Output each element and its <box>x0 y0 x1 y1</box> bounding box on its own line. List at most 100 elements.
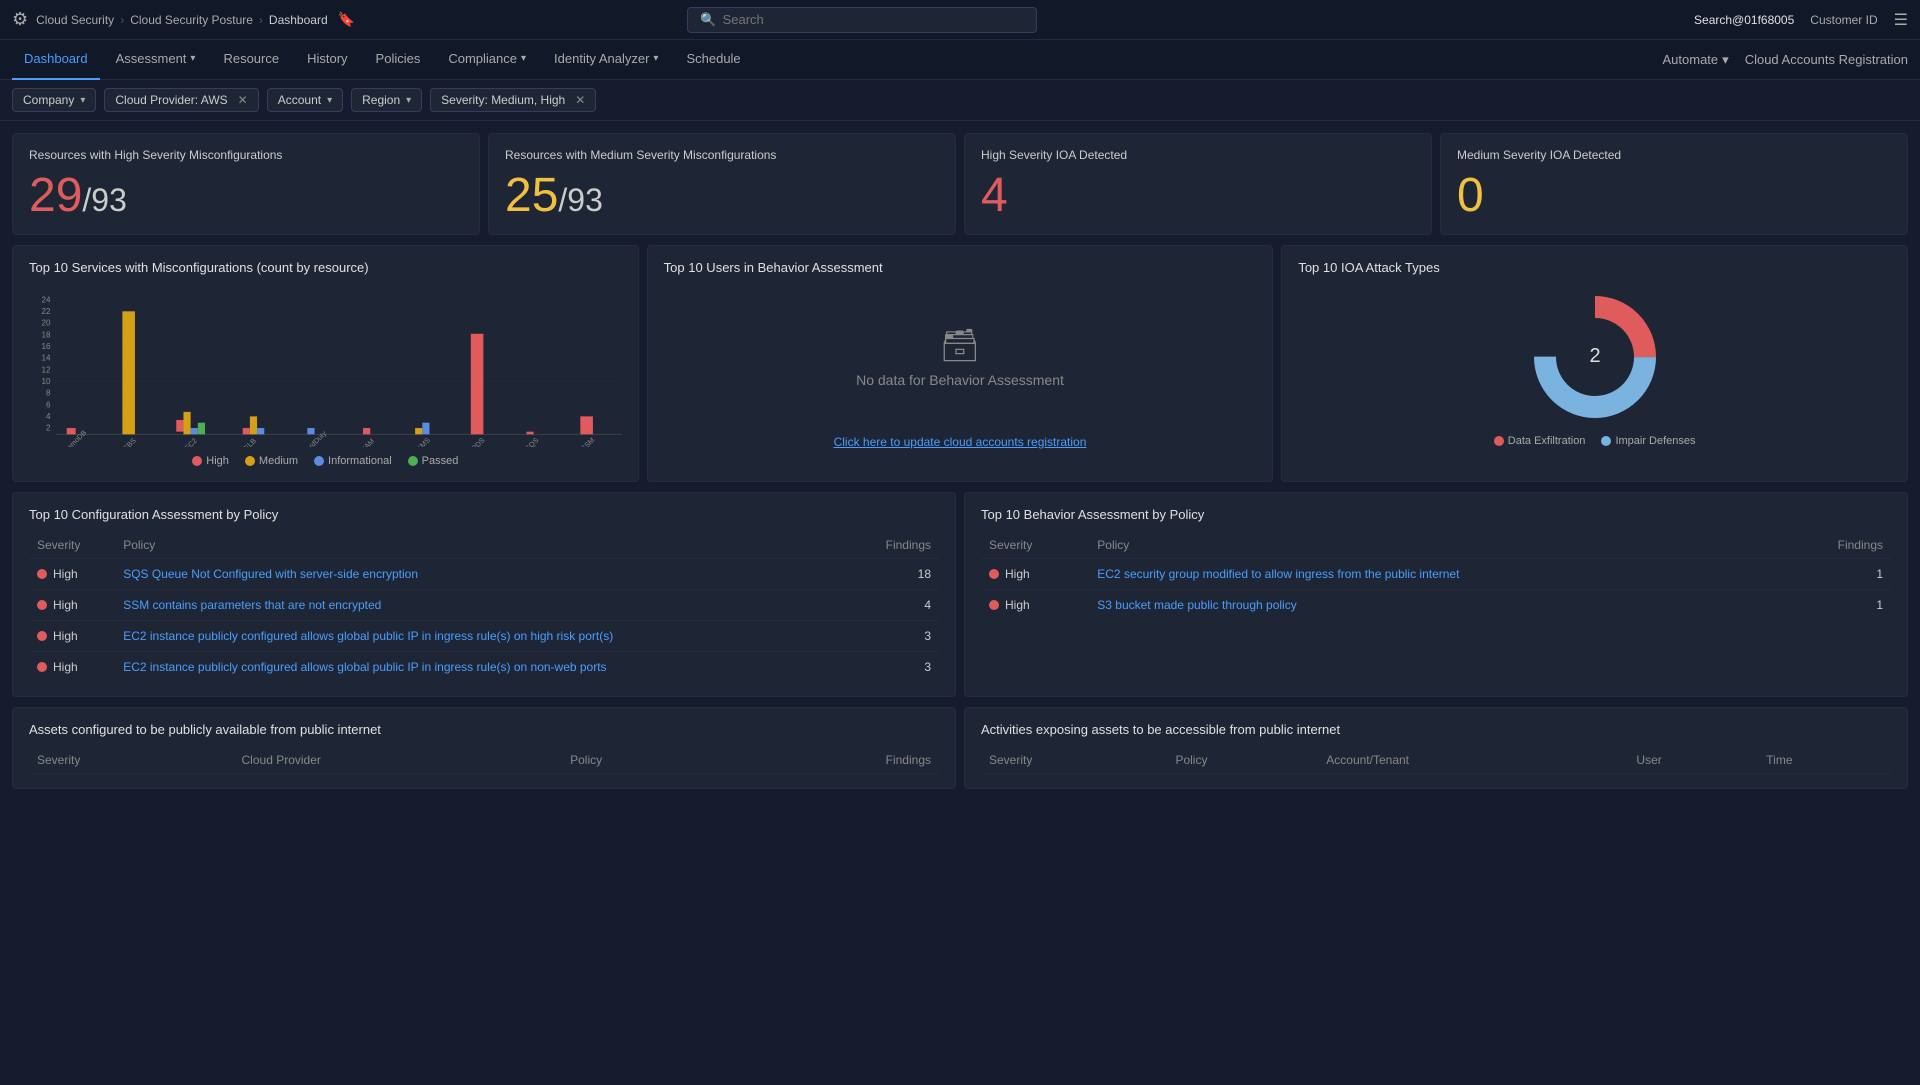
policy-link[interactable]: SQS Queue Not Configured with server-sid… <box>123 567 418 581</box>
svg-text:SQS: SQS <box>524 436 541 447</box>
svg-text:4: 4 <box>46 412 51 421</box>
table-row: High EC2 instance publicly configured al… <box>29 651 939 682</box>
filter-bar: Company ▾ Cloud Provider: AWS ✕ Account … <box>0 80 1920 121</box>
automate-button[interactable]: Automate ▾ <box>1663 52 1729 68</box>
filter-cloud-provider[interactable]: Cloud Provider: AWS ✕ <box>104 88 258 112</box>
svg-text:ELB: ELB <box>243 436 258 446</box>
behavior-col-severity: Severity <box>981 532 1089 559</box>
severity-dot <box>989 600 999 610</box>
severity-label: High <box>53 660 78 674</box>
policy-link[interactable]: EC2 instance publicly configured allows … <box>123 629 613 643</box>
nav-item-schedule[interactable]: Schedule <box>674 40 752 80</box>
filter-account[interactable]: Account ▾ <box>267 88 343 112</box>
behavior-table: Severity Policy Findings High EC2 securi… <box>981 532 1891 620</box>
policy-link[interactable]: EC2 instance publicly configured allows … <box>123 660 606 674</box>
svg-text:RDS: RDS <box>470 436 487 447</box>
donut-legend: Data Exfiltration Impair Defenses <box>1298 435 1891 447</box>
top-bar: ⚙ Cloud Security › Cloud Security Postur… <box>0 0 1920 40</box>
legend-exfil-dot <box>1494 436 1504 446</box>
policy-cell: S3 bucket made public through policy <box>1089 589 1779 620</box>
table-row: High SQS Queue Not Configured with serve… <box>29 558 939 589</box>
svg-text:2: 2 <box>46 423 51 432</box>
donut-area: 2 <box>1298 287 1891 427</box>
nav-item-history[interactable]: History <box>295 40 359 80</box>
stats-row: Resources with High Severity Misconfigur… <box>12 133 1908 235</box>
filter-company[interactable]: Company ▾ <box>12 88 96 112</box>
legend-high-dot <box>192 456 202 466</box>
policy-cell: EC2 security group modified to allow ing… <box>1089 558 1779 589</box>
breadcrumb-cloud-security[interactable]: Cloud Security <box>36 13 114 27</box>
filter-cloud-provider-label: Cloud Provider: AWS <box>115 93 227 107</box>
severity-cell: High <box>29 620 115 651</box>
assets-public-card: Assets configured to be publicly availab… <box>12 707 956 789</box>
severity-label: High <box>1005 598 1030 612</box>
nav-items: Dashboard Assessment ▾ Resource History … <box>12 40 1663 80</box>
findings-cell: 3 <box>850 620 939 651</box>
policy-link[interactable]: S3 bucket made public through policy <box>1097 598 1296 612</box>
nav-item-resource[interactable]: Resource <box>211 40 291 80</box>
nav-item-compliance[interactable]: Compliance ▾ <box>436 40 538 80</box>
search-input[interactable] <box>723 12 1025 27</box>
findings-cell: 4 <box>850 589 939 620</box>
severity-label: High <box>53 629 78 643</box>
breadcrumb-posture[interactable]: Cloud Security Posture <box>130 13 253 27</box>
search-box: 🔍 <box>687 7 1037 33</box>
filter-region[interactable]: Region ▾ <box>351 88 422 112</box>
nav-item-assessment[interactable]: Assessment ▾ <box>104 40 208 80</box>
table-row: High EC2 security group modified to allo… <box>981 558 1891 589</box>
automate-arrow: ▾ <box>1722 52 1729 68</box>
bookmark-icon[interactable]: 🔖 <box>338 11 355 28</box>
legend-info-dot <box>314 456 324 466</box>
svg-text:14: 14 <box>42 353 51 362</box>
assets-public-table: Severity Cloud Provider Policy Findings <box>29 747 939 774</box>
behavior-col-policy: Policy <box>1089 532 1779 559</box>
filter-region-label: Region <box>362 93 400 107</box>
svg-text:EBS: EBS <box>122 436 138 446</box>
stat-high-ioa: High Severity IOA Detected 4 <box>964 133 1432 235</box>
behavior-table-scroll[interactable]: Severity Policy Findings High EC2 securi… <box>981 532 1891 620</box>
severity-label: High <box>53 567 78 581</box>
bar-chart-card: Top 10 Services with Misconfigurations (… <box>12 245 639 482</box>
svg-text:8: 8 <box>46 388 51 397</box>
assets-col-findings: Findings <box>728 747 939 774</box>
svg-text:12: 12 <box>42 365 51 374</box>
filter-cloud-provider-close[interactable]: ✕ <box>238 93 248 107</box>
stat-medium-ioa-label: Medium Severity IOA Detected <box>1457 148 1891 164</box>
nav-item-identity[interactable]: Identity Analyzer ▾ <box>542 40 670 80</box>
severity-cell: High <box>29 589 115 620</box>
nav-item-dashboard[interactable]: Dashboard <box>12 40 100 80</box>
legend-high: High <box>192 455 229 467</box>
legend-passed: Passed <box>408 455 459 467</box>
table-row: High EC2 instance publicly configured al… <box>29 620 939 651</box>
filter-severity[interactable]: Severity: Medium, High ✕ <box>430 88 596 112</box>
filter-account-label: Account <box>278 93 321 107</box>
activities-public-table: Severity Policy Account/Tenant User Time <box>981 747 1891 774</box>
policy-link[interactable]: SSM contains parameters that are not enc… <box>123 598 381 612</box>
behavior-col-findings: Findings <box>1779 532 1891 559</box>
nav-item-policies[interactable]: Policies <box>364 40 433 80</box>
activities-public-title: Activities exposing assets to be accessi… <box>981 722 1891 737</box>
assessment-arrow: ▾ <box>190 53 195 64</box>
behavior-table-card: Top 10 Behavior Assessment by Policy Sev… <box>964 492 1908 697</box>
svg-text:18: 18 <box>42 330 51 339</box>
stat-high-misconfig-value: 29/93 <box>29 172 463 220</box>
policy-cell: SSM contains parameters that are not enc… <box>115 589 850 620</box>
config-col-severity: Severity <box>29 532 115 559</box>
stat-medium-ioa: Medium Severity IOA Detected 0 <box>1440 133 1908 235</box>
no-data-icon: 🗃 <box>940 326 981 364</box>
policy-link[interactable]: EC2 security group modified to allow ing… <box>1097 567 1459 581</box>
cloud-accounts-registration-link[interactable]: Cloud Accounts Registration <box>1745 52 1908 67</box>
legend-data-exfil: Data Exfiltration <box>1494 435 1586 447</box>
breadcrumb: Cloud Security › Cloud Security Posture … <box>36 11 355 28</box>
search-icon: 🔍 <box>700 12 716 28</box>
assets-col-provider: Cloud Provider <box>234 747 563 774</box>
messages-icon[interactable]: ☰ <box>1894 10 1908 30</box>
severity-cell: High <box>29 651 115 682</box>
ioa-chart-title: Top 10 IOA Attack Types <box>1298 260 1891 275</box>
bar-chart-svg: 24 22 20 18 16 14 12 10 8 6 4 2 <box>29 287 622 447</box>
filter-severity-close[interactable]: ✕ <box>575 93 585 107</box>
activities-col-policy: Policy <box>1167 747 1318 774</box>
customer-id-dropdown[interactable]: Customer ID <box>1810 13 1877 27</box>
config-table-scroll[interactable]: Severity Policy Findings High SQS Queue … <box>29 532 939 682</box>
update-cloud-accounts-link[interactable]: Click here to update cloud accounts regi… <box>664 435 1257 449</box>
